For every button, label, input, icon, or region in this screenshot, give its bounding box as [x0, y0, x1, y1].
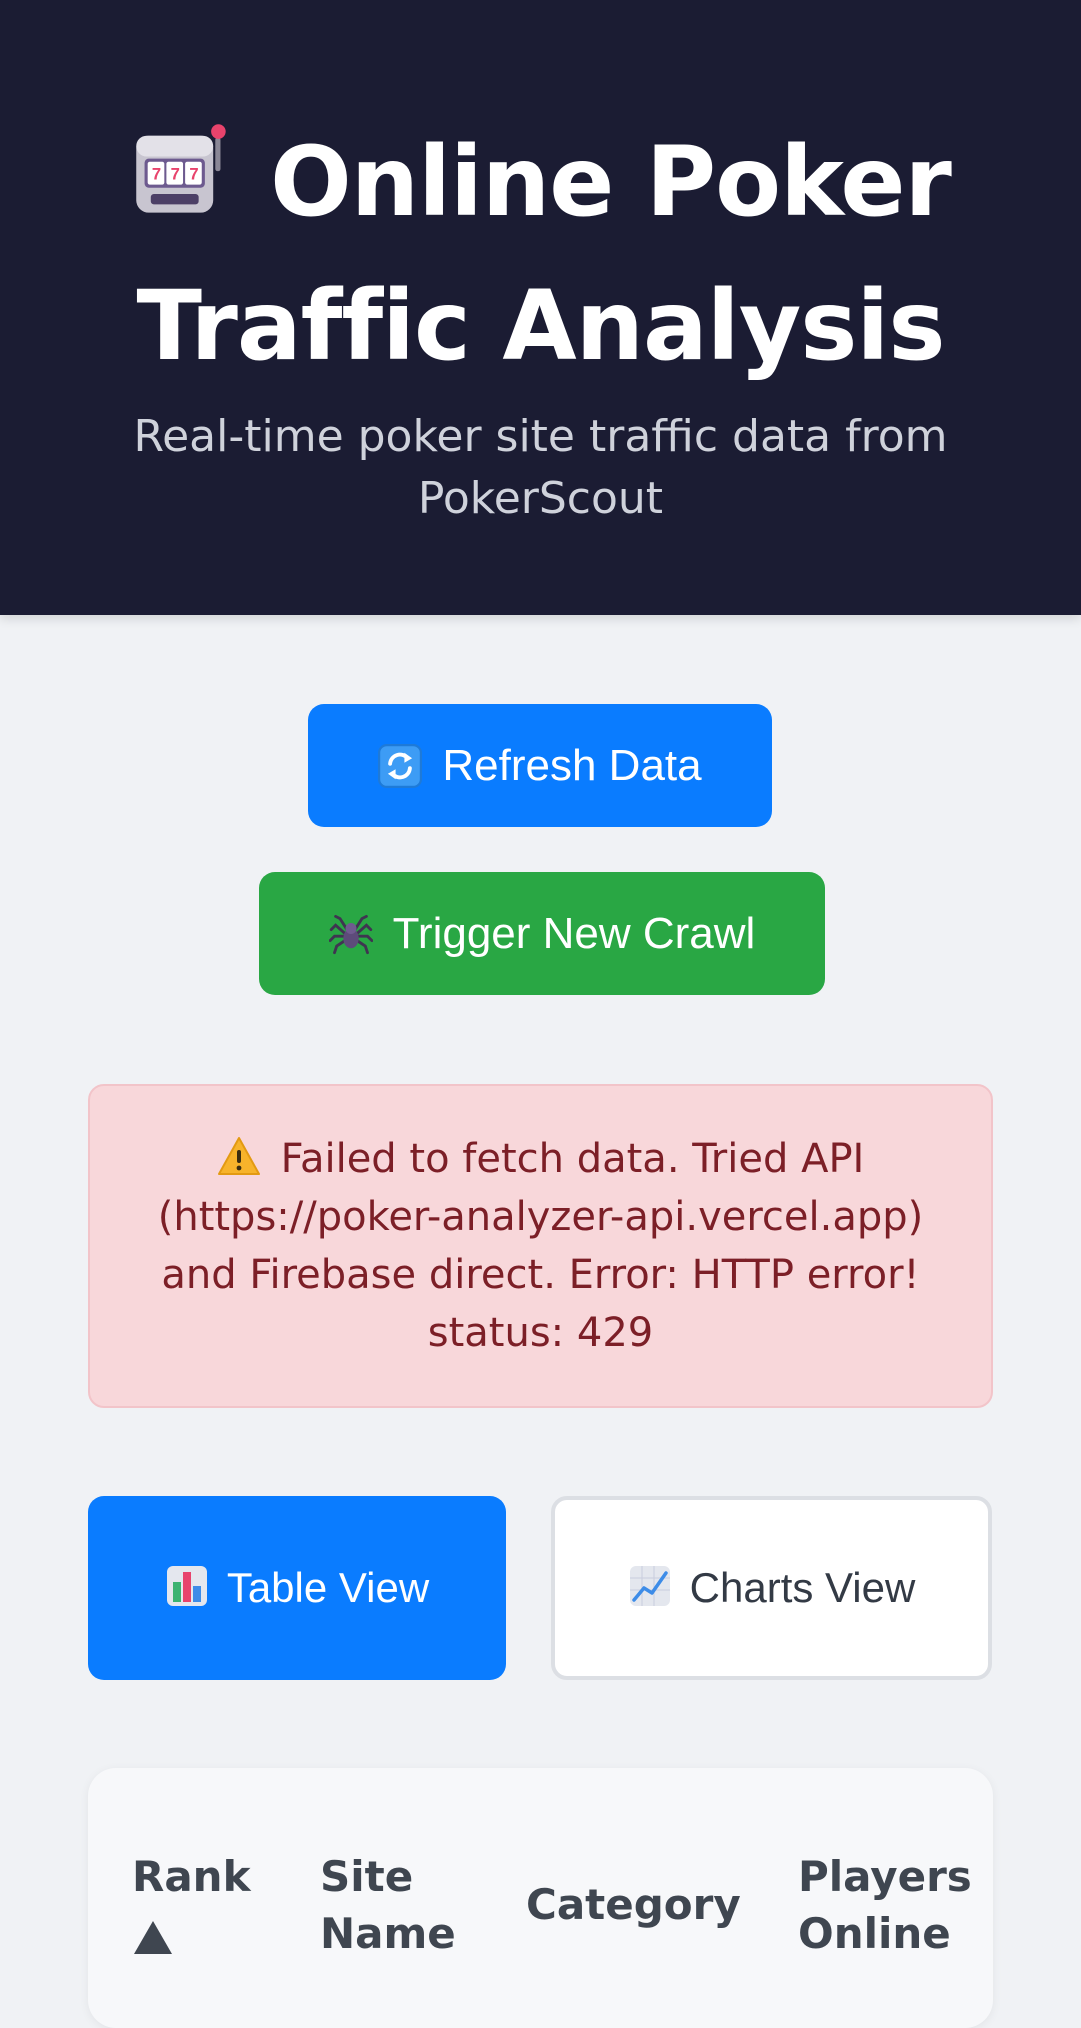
slot-machine-icon: 777	[136, 124, 226, 213]
charts-view-button[interactable]: Charts View	[551, 1496, 992, 1680]
column-header-players-online[interactable]: Players Online	[798, 1848, 972, 1962]
category-header-label: Category	[526, 1880, 741, 1929]
page-title: 7 7 7 Online Poker Traffic Analysis	[60, 110, 1021, 398]
error-alert: Failed to fetch data. Tried API (https:/…	[88, 1084, 993, 1408]
svg-text:7: 7	[152, 164, 161, 183]
refresh-icon	[378, 743, 423, 788]
traffic-table: Rank Site Name Category Players Online	[88, 1768, 993, 2028]
page-title-text: Online Poker Traffic Analysis	[136, 126, 952, 382]
error-message: Failed to fetch data. Tried API (https:/…	[157, 1136, 924, 1356]
refresh-data-label: Refresh Data	[442, 740, 702, 790]
site-name-header-label: Site Name	[320, 1852, 456, 1958]
column-header-rank[interactable]: Rank	[132, 1848, 251, 1954]
trigger-crawl-button[interactable]: Trigger New Crawl	[259, 872, 825, 995]
trigger-crawl-label: Trigger New Crawl	[392, 908, 756, 958]
sort-ascending-icon	[134, 1921, 172, 1954]
spider-icon	[328, 914, 373, 954]
page-subtitle: Real-time poker site traffic data from P…	[133, 411, 948, 524]
rank-header-label: Rank	[132, 1852, 251, 1901]
line-chart-icon	[629, 1566, 670, 1606]
players-online-header-label: Players Online	[798, 1852, 972, 1958]
table-view-label: Table View	[226, 1564, 430, 1611]
refresh-data-button[interactable]: Refresh Data	[308, 704, 772, 827]
page-header: 7 7 7 Online Poker Traffic Analysis Real-ti…	[0, 0, 1081, 615]
table-view-button[interactable]: Table View	[88, 1496, 506, 1680]
svg-text:7: 7	[171, 164, 180, 183]
svg-text:7: 7	[189, 164, 198, 183]
column-header-category[interactable]: Category	[526, 1876, 741, 1933]
charts-view-content: Charts View	[628, 1563, 916, 1613]
warning-icon	[217, 1137, 260, 1175]
column-header-site-name[interactable]: Site Name	[320, 1848, 480, 1962]
bar-chart-icon	[166, 1566, 207, 1606]
error-text: Failed to fetch data. Tried API (https:/…	[150, 1130, 931, 1362]
charts-view-label: Charts View	[689, 1564, 916, 1611]
table-view-content: Table View	[165, 1563, 429, 1613]
